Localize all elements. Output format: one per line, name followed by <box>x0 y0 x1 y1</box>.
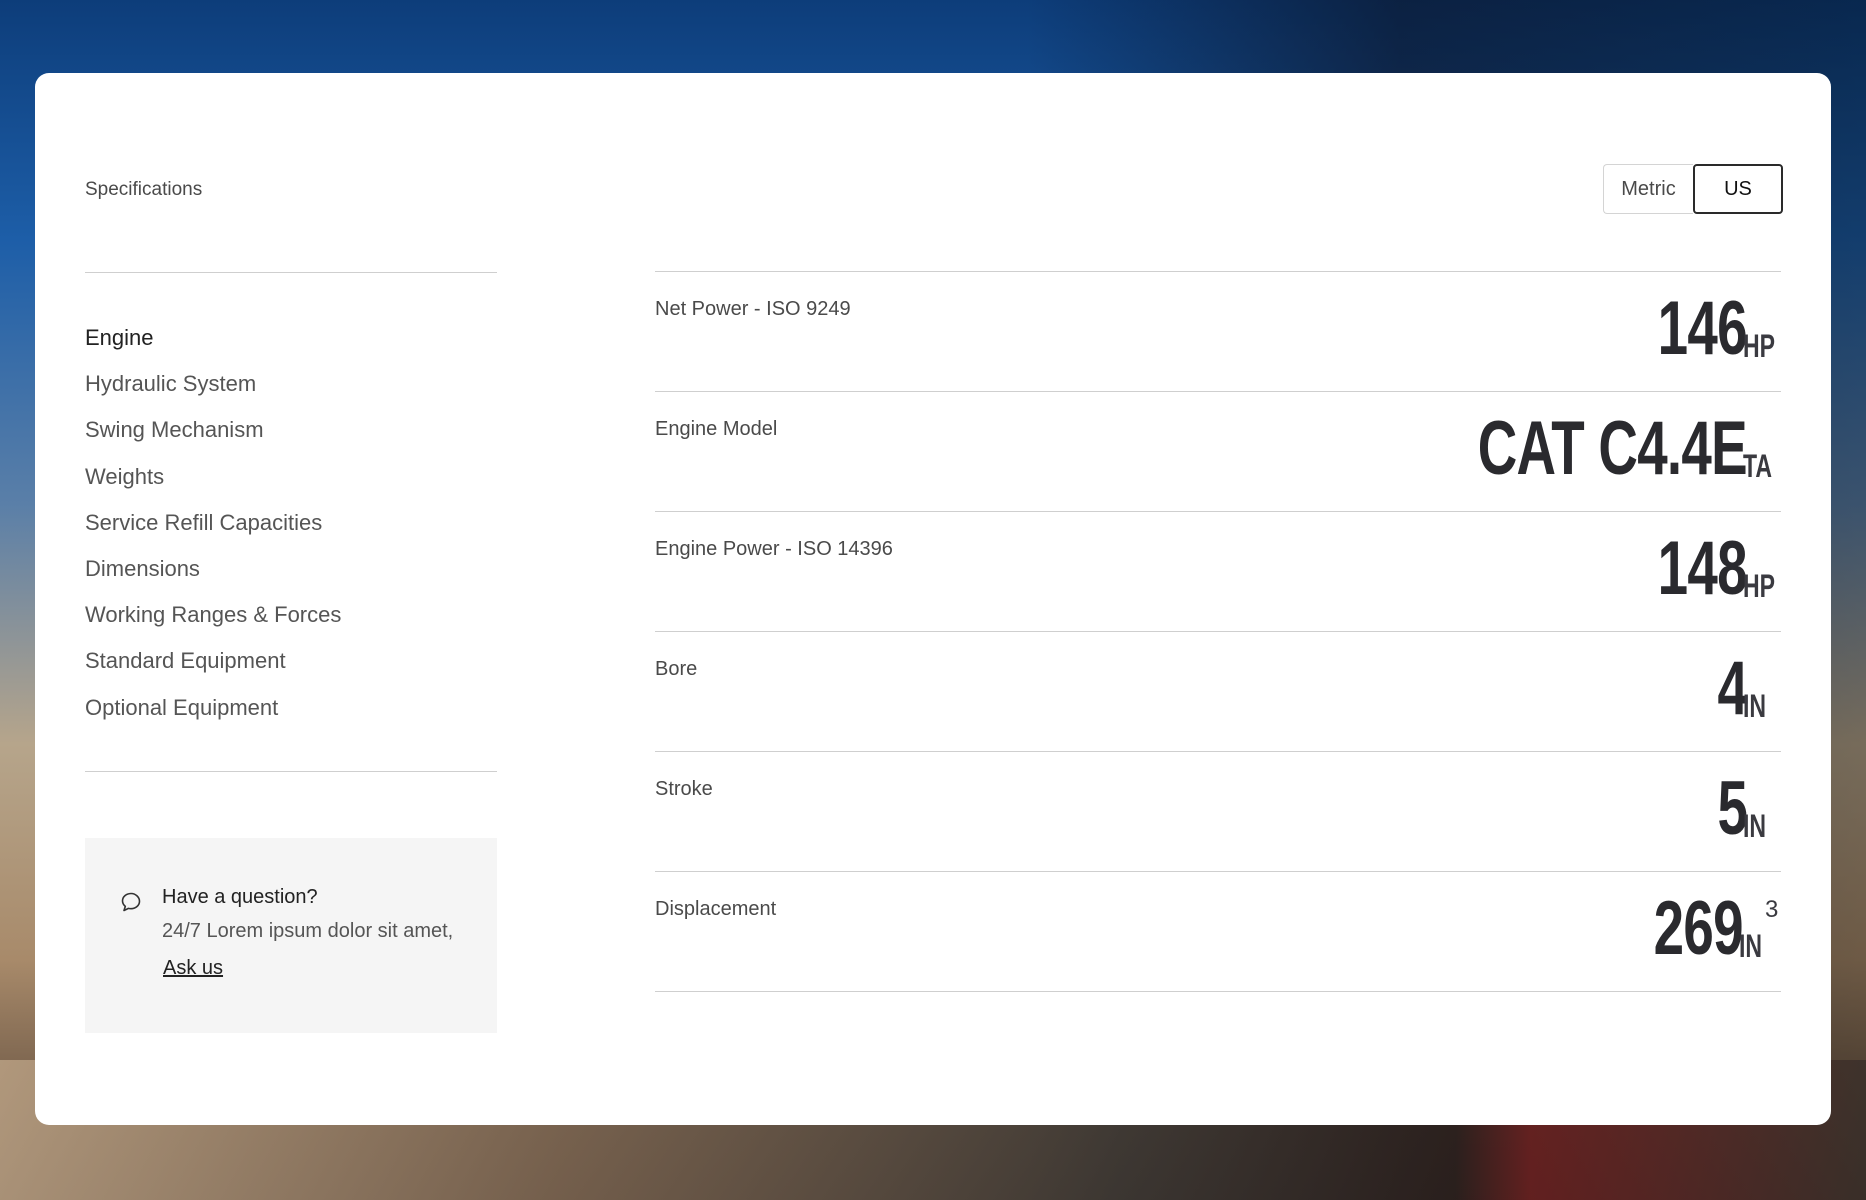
nav-item-service-refill-capacities[interactable]: Service Refill Capacities <box>85 500 497 546</box>
nav-item-swing-mechanism[interactable]: Swing Mechanism <box>85 407 497 453</box>
ask-us-link[interactable]: Ask us <box>163 957 223 980</box>
help-box: Have a question? 24/7 Lorem ipsum dolor … <box>85 838 497 1033</box>
us-button[interactable]: US <box>1693 164 1783 214</box>
chat-bubble-icon <box>121 892 141 912</box>
page-title: Specifications <box>85 179 203 200</box>
spec-unit: IN <box>1743 808 1767 844</box>
spec-unit: IN <box>1743 688 1767 724</box>
spec-label: Engine Power - ISO 14396 <box>655 538 893 560</box>
nav-item-engine[interactable]: Engine <box>85 315 497 361</box>
spec-value: 269 <box>1653 886 1744 971</box>
spec-table: Net Power - ISO 9249 146 HP Engine Model… <box>655 271 1781 992</box>
spec-unit-superscript: 3 <box>1765 896 1779 923</box>
spec-value-group: CAT C4.4E TA <box>1373 406 1781 491</box>
spec-row: Net Power - ISO 9249 146 HP <box>655 272 1781 392</box>
spec-label: Displacement <box>655 898 777 920</box>
spec-row: Engine Model CAT C4.4E TA <box>655 392 1781 512</box>
units-toggle: Metric US <box>1603 164 1783 214</box>
spec-value-group: 5 IN <box>1706 771 1781 847</box>
spec-label: Engine Model <box>655 418 778 440</box>
spec-unit: HP <box>1743 328 1776 364</box>
spec-row: Engine Power - ISO 14396 148 HP <box>655 512 1781 632</box>
nav-item-working-ranges-forces[interactable]: Working Ranges & Forces <box>85 592 497 638</box>
metric-button[interactable]: Metric <box>1603 164 1693 214</box>
help-text: 24/7 Lorem ipsum dolor sit amet, <box>162 920 454 942</box>
help-title: Have a question? <box>162 886 318 908</box>
spec-value-group: 148 HP <box>1623 526 1781 611</box>
spec-label: Bore <box>655 658 698 680</box>
spec-label: Stroke <box>655 778 713 800</box>
spec-row: Bore 4 IN <box>655 632 1781 752</box>
spec-value-group: 269 IN 3 <box>1619 886 1781 971</box>
nav-item-standard-equipment[interactable]: Standard Equipment <box>85 638 497 684</box>
spec-category-nav: Engine Hydraulic System Swing Mechanism … <box>85 272 497 772</box>
nav-item-hydraulic-system[interactable]: Hydraulic System <box>85 361 497 407</box>
spec-value: 148 <box>1657 526 1748 611</box>
nav-item-weights[interactable]: Weights <box>85 454 497 500</box>
spec-value: 146 <box>1657 286 1748 371</box>
nav-item-dimensions[interactable]: Dimensions <box>85 546 497 592</box>
spec-row: Displacement 269 IN 3 <box>655 872 1781 992</box>
spec-unit: HP <box>1743 568 1776 604</box>
spec-unit: TA <box>1743 448 1773 484</box>
spec-value-group: 4 IN <box>1706 651 1781 727</box>
nav-item-optional-equipment[interactable]: Optional Equipment <box>85 685 497 731</box>
specifications-card: Specifications Metric US Engine Hydrauli… <box>35 73 1831 1125</box>
spec-value-group: 146 HP <box>1623 286 1781 371</box>
spec-unit: IN <box>1739 928 1763 964</box>
spec-value: CAT C4.4E <box>1477 406 1748 491</box>
spec-label: Net Power - ISO 9249 <box>655 298 851 320</box>
spec-row: Stroke 5 IN <box>655 752 1781 872</box>
